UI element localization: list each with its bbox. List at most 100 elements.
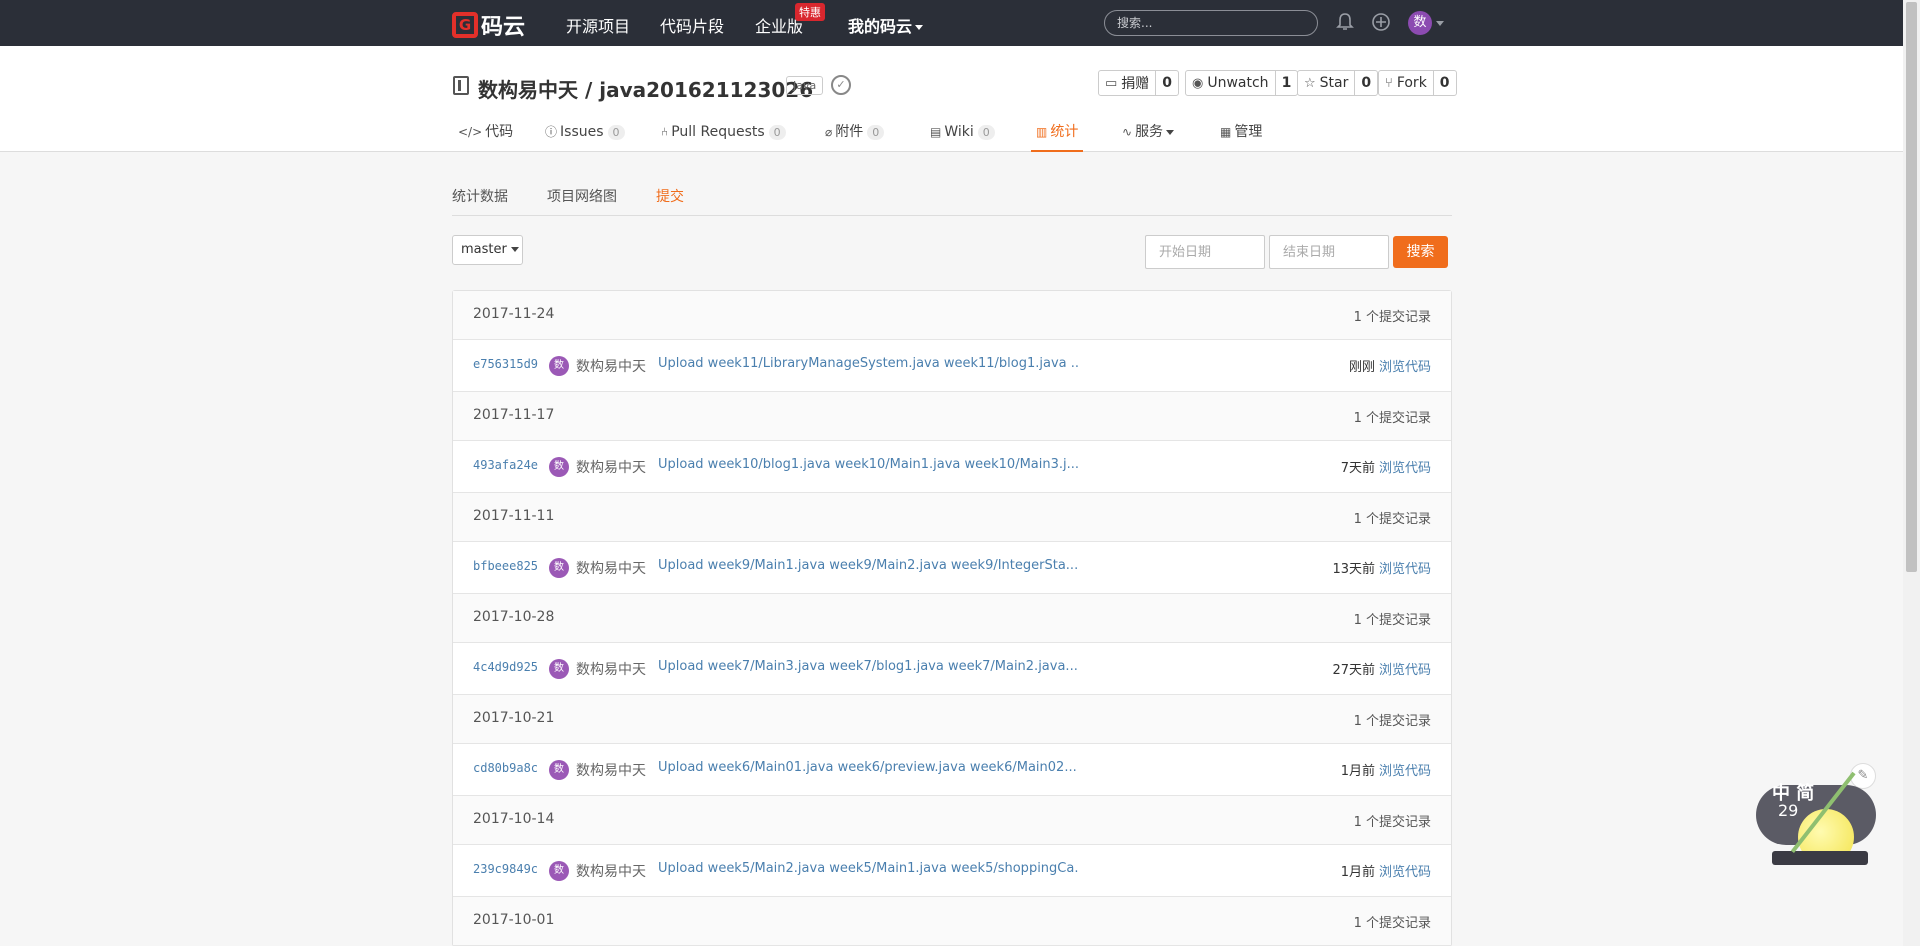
start-date-input[interactable] (1145, 235, 1265, 269)
branch-select[interactable]: master (452, 235, 523, 265)
browse-code-link[interactable]: 浏览代码 (1379, 562, 1431, 577)
donate-button[interactable]: ▭ 捐赠 0 (1098, 70, 1180, 96)
chevron-down-icon (915, 25, 924, 30)
top-navbar: G 码云 开源项目 代码片段 企业版 特惠 我的码云 数 (0, 0, 1903, 46)
author-avatar[interactable]: 数 (549, 558, 569, 578)
commit-day-header: 2017-11-24 1 个提交记录 (453, 291, 1451, 340)
global-search-input[interactable] (1104, 10, 1318, 36)
tab-pull-requests-count: 0 (768, 125, 786, 140)
author-avatar[interactable]: 数 (549, 861, 569, 881)
stats-subtabs: 统计数据 项目网络图 提交 (452, 180, 1452, 216)
author-avatar[interactable]: 数 (549, 760, 569, 780)
commit-message-link[interactable]: Upload week6/Main01.java week6/preview.j… (658, 760, 1078, 775)
browse-code-link[interactable]: 浏览代码 (1379, 461, 1431, 476)
fork-button[interactable]: ⑂ Fork 0 (1378, 70, 1457, 96)
author-avatar[interactable]: 数 (549, 659, 569, 679)
tab-issues[interactable]: ⓘ Issues 0 (545, 119, 625, 152)
commit-author[interactable]: 数构易中天 (576, 356, 646, 376)
commit-author[interactable]: 数构易中天 (576, 659, 646, 679)
page-scrollbar[interactable] (1903, 0, 1920, 946)
browse-code-link[interactable]: 浏览代码 (1379, 764, 1431, 779)
repo-title[interactable]: 数构易中天 / java201621123026 (478, 74, 813, 103)
browse-code-link[interactable]: 浏览代码 (1379, 865, 1431, 880)
commit-row: bfbeee825 数数构易中天 Upload week9/Main1.java w… (453, 542, 1451, 594)
nav-open-source[interactable]: 开源项目 (566, 13, 630, 37)
tab-issues-label: Issues (560, 124, 604, 140)
commit-sha-link[interactable]: e756315d9 (473, 357, 538, 371)
commit-sha-link[interactable]: 493afa24e (473, 458, 538, 472)
code-icon: </> (458, 125, 483, 139)
commit-sha-link[interactable]: bfbeee825 (473, 559, 538, 573)
tab-wiki-count: 0 (977, 125, 995, 140)
chevron-down-icon[interactable] (1436, 21, 1444, 26)
commit-sha-link[interactable]: 239c9849c (473, 862, 538, 876)
end-date-input[interactable] (1269, 235, 1389, 269)
tab-wiki[interactable]: ▤ Wiki 0 (930, 119, 995, 152)
browse-code-link[interactable]: 浏览代码 (1379, 360, 1431, 375)
commit-sha-link[interactable]: cd80b9a8c (473, 761, 538, 775)
commit-author[interactable]: 数构易中天 (576, 861, 646, 881)
gitee-logo[interactable]: G 码云 (452, 9, 525, 41)
tab-stats[interactable]: ▥ 统计 (1031, 119, 1084, 152)
tab-issues-count: 0 (607, 125, 625, 140)
commit-sha-link[interactable]: 4c4d9d925 (473, 660, 538, 674)
plus-circle-icon[interactable] (1370, 12, 1392, 34)
floating-ime-widget[interactable]: 中 简 29 (1752, 771, 1892, 873)
scrollbar-thumb[interactable] (1906, 2, 1917, 572)
commit-time: 1月前 (1340, 865, 1375, 880)
unwatch-label: Unwatch (1207, 75, 1269, 91)
award-icon[interactable]: ✓ (831, 75, 851, 95)
commit-row: 493afa24e 数数构易中天 Upload week10/blog1.java … (453, 441, 1451, 493)
commit-day-count: 1 个提交记录 (1353, 310, 1431, 325)
settings-doc-icon: ▦ (1220, 125, 1232, 139)
browse-code-link[interactable]: 浏览代码 (1379, 663, 1431, 678)
commit-author[interactable]: 数构易中天 (576, 558, 646, 578)
repo-tabs: </> 代码 ⓘ Issues 0 ⑃ Pull Requests 0 ⌀ 附件 0 ▤ Wik… (0, 119, 1903, 152)
logo-mark: G (452, 12, 478, 38)
widget-number: 29 (1778, 801, 1799, 820)
commit-day-count: 1 个提交记录 (1353, 815, 1431, 830)
commit-meta: 1月前 浏览代码 (1341, 861, 1431, 880)
tab-code-label: 代码 (485, 124, 514, 140)
tab-manage[interactable]: ▦ 管理 (1220, 119, 1262, 152)
language-tag[interactable]: Java (786, 76, 824, 95)
commit-message-link[interactable]: Upload week10/blog1.java week10/Main1.ja… (658, 457, 1078, 472)
nav-code-snippets[interactable]: 代码片段 (660, 13, 724, 37)
bell-icon[interactable] (1334, 12, 1356, 34)
commit-meta: 13天前 浏览代码 (1332, 558, 1431, 577)
commit-day-date: 2017-11-17 (473, 407, 555, 423)
commit-message-link[interactable]: Upload week11/LibraryManageSystem.java w… (658, 356, 1078, 371)
commit-message-link[interactable]: Upload week9/Main1.java week9/Main2.java… (658, 558, 1078, 573)
commit-author[interactable]: 数构易中天 (576, 760, 646, 780)
commit-message-link[interactable]: Upload week5/Main2.java week5/Main1.java… (658, 861, 1078, 876)
fork-count: 0 (1432, 71, 1456, 95)
commit-row: 239c9849c 数数构易中天 Upload week5/Main2.java w… (453, 845, 1451, 897)
subtab-stats-data[interactable]: 统计数据 (452, 186, 508, 206)
tab-services[interactable]: ∿ 服务 (1122, 119, 1175, 152)
tab-pull-requests[interactable]: ⑃ Pull Requests 0 (661, 119, 786, 152)
commit-author[interactable]: 数构易中天 (576, 457, 646, 477)
nav-my-gitee[interactable]: 我的码云 (848, 13, 924, 37)
commit-day-header: 2017-11-11 1 个提交记录 (453, 493, 1451, 542)
fork-icon: ⑂ (1385, 75, 1393, 91)
paperclip-icon: ⌀ (825, 125, 833, 139)
user-avatar[interactable]: 数 (1408, 11, 1432, 35)
subtab-network-graph[interactable]: 项目网络图 (547, 186, 617, 206)
tab-attachments[interactable]: ⌀ 附件 0 (825, 119, 885, 152)
search-button[interactable]: 搜索 (1393, 236, 1448, 268)
commit-time: 13天前 (1332, 562, 1375, 577)
commit-message-link[interactable]: Upload week7/Main3.java week7/blog1.java… (658, 659, 1078, 674)
book-icon: ▤ (930, 125, 942, 139)
unwatch-button[interactable]: ◉ Unwatch 1 (1185, 70, 1299, 96)
donate-icon: ▭ (1105, 75, 1118, 91)
commit-time: 7天前 (1340, 461, 1375, 476)
author-avatar[interactable]: 数 (549, 457, 569, 477)
logo-text: 码云 (481, 15, 526, 40)
star-button[interactable]: ☆ Star 0 (1297, 70, 1379, 96)
subtab-commits[interactable]: 提交 (656, 186, 684, 206)
eye-icon: ◉ (1192, 75, 1204, 91)
tab-manage-label: 管理 (1234, 124, 1263, 140)
commit-day-date: 2017-10-21 (473, 710, 555, 726)
author-avatar[interactable]: 数 (549, 356, 569, 376)
tab-code[interactable]: </> 代码 (458, 119, 513, 152)
